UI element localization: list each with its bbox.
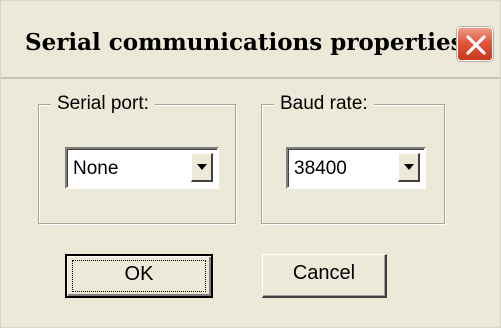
dropdown-arrow-icon bbox=[197, 164, 207, 170]
cancel-button-label: Cancel bbox=[292, 262, 356, 284]
baud-rate-dropdown[interactable]: 38400 bbox=[286, 147, 426, 189]
serial-port-label: Serial port: bbox=[51, 93, 155, 115]
baud-rate-group: Baud rate: 38400 bbox=[261, 93, 445, 224]
focus-rectangle bbox=[72, 260, 206, 292]
serial-port-dropdown[interactable]: None bbox=[65, 147, 219, 189]
dropdown-arrow-icon bbox=[404, 164, 414, 170]
serial-port-group: Serial port: None bbox=[38, 93, 236, 224]
baud-rate-label: Baud rate: bbox=[274, 93, 374, 115]
title-bar[interactable]: Serial communications properties bbox=[1, 1, 500, 77]
baud-rate-value: 38400 bbox=[294, 158, 347, 179]
dialog-title: Serial communications properties bbox=[25, 29, 464, 56]
close-button[interactable] bbox=[457, 27, 493, 61]
ok-button[interactable]: OK bbox=[65, 254, 213, 298]
cancel-button[interactable]: Cancel bbox=[262, 254, 387, 298]
serial-properties-dialog: Serial communications properties Serial … bbox=[0, 0, 501, 328]
close-icon bbox=[466, 35, 486, 55]
title-divider bbox=[1, 77, 500, 79]
serial-port-value: None bbox=[73, 158, 119, 179]
serial-port-dropdown-button[interactable] bbox=[191, 153, 213, 182]
baud-rate-dropdown-button[interactable] bbox=[398, 153, 420, 182]
